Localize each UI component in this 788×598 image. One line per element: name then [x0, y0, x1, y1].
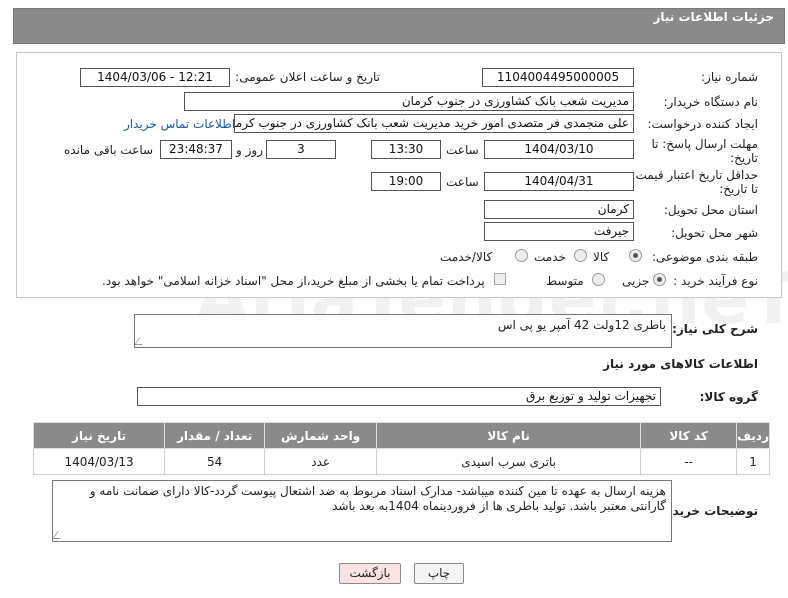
description-text: باطری 12ولت 42 آمپر یو پی اس [497, 318, 666, 332]
category-label: طبقه بندی موضوعی: [651, 250, 758, 264]
treasury-payment-checkbox[interactable] [494, 273, 506, 285]
category-option-service: خدمت [534, 250, 566, 264]
col-header-row-number: ردیف [736, 422, 770, 449]
days-label: روز و [236, 143, 263, 157]
items-table: ردیف کد کالا نام کالا واحد شمارش تعداد /… [32, 422, 770, 475]
buyer-org-field: مدیریت شعب بانک کشاورزی در جنوب کرمان [184, 92, 634, 111]
process-option-minor: جزیی [622, 274, 650, 288]
remaining-label: ساعت باقی مانده [64, 143, 154, 157]
col-header-item-name: نام کالا [376, 422, 642, 449]
process-option-medium: متوسط [546, 274, 584, 288]
process-label: نوع فرآیند خرید : [673, 274, 758, 288]
category-radio-goods[interactable] [629, 249, 642, 262]
creator-field: علی منجمدی فر متصدی امور خرید مدیریت شعب… [234, 114, 634, 133]
need-number-label: شماره نیاز: [701, 70, 758, 84]
remaining-time-field: 23:48:37 [160, 140, 232, 159]
city-field: جیرفت [484, 222, 634, 241]
buyer-notes-textarea[interactable]: هزینه ارسال به عهده تا مین کننده میباشد-… [52, 480, 672, 542]
col-header-need-date: تاریخ نیاز [32, 422, 166, 449]
goods-info-title: اطلاعات کالاهای مورد نیاز [603, 357, 758, 371]
validity-label: حداقل تاریخ اعتبار قیمت: تا تاریخ: [631, 168, 758, 196]
treasury-payment-note: پرداخت تمام یا بخشی از مبلغ خرید،از محل … [102, 274, 485, 288]
need-number-field: 1104004495000005 [482, 68, 634, 87]
process-radio-medium[interactable] [592, 273, 605, 286]
goods-group-label: گروه کالا: [699, 390, 758, 404]
deadline-date-field: 1404/03/10 [484, 140, 634, 159]
cell-row-number: 1 [736, 448, 770, 475]
deadline-time-field: 13:30 [371, 140, 441, 159]
days-field: 3 [266, 140, 336, 159]
print-button[interactable]: چاپ [414, 563, 464, 584]
cell-need-date: 1404/03/13 [32, 448, 166, 475]
description-label: شرح کلی نیاز: [672, 322, 758, 336]
validity-time-label: ساعت [446, 175, 479, 189]
buyer-org-label: نام دستگاه خریدار: [663, 95, 759, 109]
back-button[interactable]: بازگشت [339, 563, 401, 584]
process-radio-minor[interactable] [653, 273, 666, 286]
table-header-row: ردیف کد کالا نام کالا واحد شمارش تعداد /… [32, 422, 770, 449]
validity-date-field: 1404/04/31 [484, 172, 634, 191]
table-row: 1 -- باتری سرب اسیدی عدد 54 1404/03/13 [32, 448, 770, 475]
city-label: شهر محل تحویل: [671, 226, 758, 240]
col-header-item-code: کد کالا [640, 422, 738, 449]
category-radio-service[interactable] [574, 249, 587, 262]
deadline-label: مهلت ارسال پاسخ: تا تاریخ: [651, 137, 758, 165]
province-field: کرمان [484, 200, 634, 219]
announce-label: تاریخ و ساعت اعلان عمومی: [235, 70, 380, 84]
category-radio-goods-service[interactable] [515, 249, 528, 262]
deadline-time-label: ساعت [446, 143, 479, 157]
announce-datetime-field: 1404/03/06 - 12:21 [80, 68, 230, 87]
resize-handle-icon[interactable] [135, 337, 148, 345]
creator-label: ایجاد کننده درخواست: [647, 117, 758, 131]
col-header-unit: واحد شمارش [264, 422, 378, 449]
cell-item-code: -- [640, 448, 738, 475]
province-label: استان محل تحویل: [663, 203, 758, 217]
buyer-contact-link[interactable]: اطلاعات تماس خریدار [124, 117, 235, 131]
buyer-notes-text: هزینه ارسال به عهده تا مین کننده میباشد-… [89, 484, 666, 513]
goods-group-field: تجهیزات تولید و توزیع برق [137, 387, 661, 406]
cell-quantity: 54 [164, 448, 266, 475]
resize-handle-icon[interactable] [53, 531, 66, 539]
description-textarea[interactable]: باطری 12ولت 42 آمپر یو پی اس [134, 314, 672, 348]
cell-item-name: باتری سرب اسیدی [376, 448, 642, 475]
validity-time-field: 19:00 [371, 172, 441, 191]
category-option-goods: کالا [593, 250, 610, 264]
category-option-goods-service: کالا/خدمت [440, 250, 493, 264]
page-title: جزئیات اطلاعات نیاز [653, 10, 774, 24]
cell-unit: عدد [264, 448, 378, 475]
col-header-quantity: تعداد / مقدار [164, 422, 266, 449]
